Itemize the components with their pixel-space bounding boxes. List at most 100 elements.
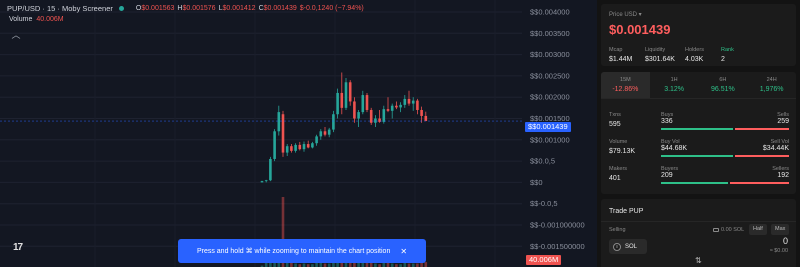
price-card: Price USD ▾ $0.001439 Mcap $1.44M Liquid… [601, 4, 796, 66]
ohlc-values: O$0.001563 H$0.001576 L$0.001412 C$0.001439… [136, 5, 364, 12]
timeframe-tabs: 15M -12.86% 1H 3.12% 6H 96.51% 24H 1,976… [601, 72, 796, 98]
stat-rank: Rank 2 [721, 47, 755, 63]
candle-body [302, 144, 306, 150]
stat-value: 4.03K [685, 56, 704, 63]
sell-bar [735, 128, 789, 130]
volume-bar [407, 263, 411, 267]
volume-row: Volume $79.13K Buy Vol Sell Vol $44.68K … [609, 139, 789, 161]
balance-value: 0.00 SOL [721, 227, 745, 233]
volume-bar [264, 262, 268, 267]
sol-icon: ≡ [613, 242, 621, 251]
tab-24h[interactable]: 24H 1,976% [747, 72, 796, 98]
token-panel: Price USD ▾ $0.001439 Mcap $1.44M Liquid… [597, 0, 800, 267]
tab-1h[interactable]: 1H 3.12% [650, 72, 699, 98]
stat-label: Liquidity [645, 47, 666, 53]
tab-6h[interactable]: 6H 96.51% [699, 72, 748, 98]
stat-liquidity: Liquidity $301.64K [645, 47, 683, 63]
candle-body [416, 100, 419, 110]
candle-body [353, 101, 356, 119]
candle-body [277, 112, 281, 132]
volume-bar [420, 262, 423, 267]
tradingview-logo[interactable]: 17 [13, 242, 23, 253]
candle-body [340, 92, 344, 108]
makers-row: Makers 401 Buyers Sellers 209 192 [609, 166, 789, 188]
y-tick-label: $$0.004000 [530, 8, 570, 17]
wallet-icon [713, 227, 719, 232]
candle-body [411, 100, 415, 104]
toast-message: Press and hold ⌘ while zooming to mainta… [196, 248, 391, 255]
symbol-label[interactable]: PUP/USD · 15 · Moby Screener [7, 4, 113, 13]
amount-input[interactable]: 0 [783, 236, 788, 246]
y-tick-label: $$0.002500 [530, 71, 570, 80]
half-button[interactable]: Half [749, 224, 767, 235]
candle-body [403, 98, 407, 105]
candle-body [285, 146, 289, 153]
ratio-bar [661, 155, 789, 157]
candle-body [260, 181, 264, 183]
volume-bar [390, 263, 394, 267]
y-tick-label: $$0.0,5 [530, 157, 555, 166]
candle-body [327, 129, 331, 135]
chart-legend: PUP/USD · 15 · Moby Screener O$0.001563 H… [7, 4, 364, 13]
divider [601, 221, 796, 222]
volume-bar [323, 263, 327, 267]
swap-icon[interactable]: ⇅ [695, 256, 702, 265]
candlestick-chart[interactable]: $$0.004000 $$0.003500 $$0.003000 $$0.002500… [0, 0, 597, 267]
candle-body [361, 95, 365, 113]
token-name: SOL [625, 243, 638, 250]
buy-sell-split: Buyers Sellers 209 192 [661, 166, 789, 188]
candle-body [273, 131, 276, 159]
row-label: Volume [609, 139, 628, 145]
candle-body [365, 95, 369, 110]
tab-label: 15M [620, 77, 631, 83]
activity-card: 15M -12.86% 1H 3.12% 6H 96.51% 24H 1,976… [601, 72, 796, 194]
ohlc-value: $0.001563 [141, 5, 175, 12]
ohlc-item: O$0.001563 [136, 5, 175, 12]
ohlc-value: $-0.0,1240 (−7.94%) [299, 5, 364, 12]
stat-value: $301.64K [645, 56, 675, 63]
candle-body [290, 146, 293, 151]
candle-body [344, 82, 348, 108]
chevron-up-icon[interactable]: ︿ [10, 29, 22, 41]
stat-value: 2 [721, 56, 725, 63]
chart-pane[interactable]: $$0.004000 $$0.003500 $$0.003000 $$0.002500… [0, 0, 597, 267]
volume-bar [327, 263, 331, 267]
candle-body [332, 114, 335, 130]
sell-value: $34.44K [762, 145, 789, 152]
y-tick-label: $$-0.0,5 [530, 199, 558, 208]
max-button[interactable]: Max [771, 224, 790, 235]
ohlc-item: $-0.0,1240 (−7.94%) [300, 5, 364, 12]
volume-bar [369, 262, 373, 267]
candle-body [281, 114, 285, 153]
row-label: Makers [609, 166, 628, 172]
price-currency-select[interactable]: Price USD ▾ [609, 11, 642, 18]
candle-body [395, 105, 398, 108]
candle-body [336, 92, 339, 115]
tab-label: 24H [766, 77, 777, 83]
tab-15m[interactable]: 15M -12.86% [601, 72, 650, 98]
row-value: 595 [609, 121, 621, 128]
candle-body [348, 82, 352, 102]
y-tick-label: $$0.001000 [530, 135, 570, 144]
stat-label: Mcap [609, 47, 623, 53]
volume-bar [294, 263, 297, 267]
divider [601, 98, 796, 99]
candle-body [319, 131, 323, 137]
volume-bar [386, 262, 390, 267]
trade-title: Trade PUP [609, 208, 644, 215]
ratio-bar [661, 128, 789, 130]
candle-body [294, 144, 297, 151]
candle-body [311, 143, 314, 148]
buy-bar [661, 128, 734, 130]
close-icon[interactable]: ✕ [400, 247, 407, 256]
token-select[interactable]: ≡ SOL [609, 239, 647, 254]
buy-bar [661, 182, 728, 184]
volume-bar [315, 262, 318, 267]
buy-sell-split: Buy Vol Sell Vol $44.68K $34.44K [661, 139, 789, 161]
volume-bar [403, 262, 407, 267]
stat-holders[interactable]: Holders 4.03K [685, 47, 719, 63]
candle-body [424, 115, 428, 122]
candle-body [390, 105, 394, 111]
amount-usd: ≈ $0.00 [769, 248, 788, 254]
y-tick-label: $$-0.001000000 [530, 221, 585, 230]
